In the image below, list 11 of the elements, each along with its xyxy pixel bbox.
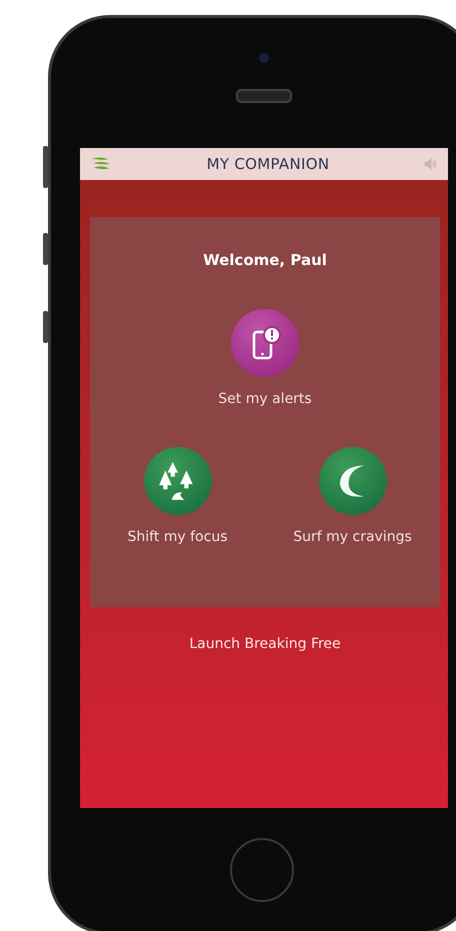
- launch-link[interactable]: Launch Breaking Free: [183, 635, 347, 653]
- menu-action[interactable]: Shift my focus: [90, 447, 265, 545]
- welcome-text: Welcome, Paul: [203, 251, 327, 269]
- camera-dot: [259, 53, 269, 63]
- home-button[interactable]: [230, 838, 294, 902]
- leaf-logo-icon: [90, 156, 112, 172]
- menu-action[interactable]: Surf my cravings: [265, 447, 440, 545]
- menu-action[interactable]: Set my alerts: [90, 309, 440, 407]
- speaker-icon[interactable]: [424, 158, 438, 170]
- speaker-grille: [236, 89, 292, 103]
- app-title: MY COMPANION: [206, 155, 330, 173]
